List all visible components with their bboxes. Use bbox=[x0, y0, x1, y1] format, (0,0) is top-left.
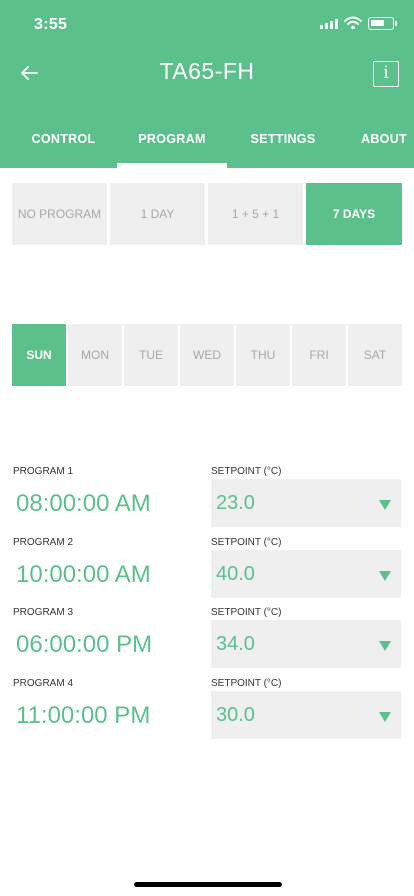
triangle-down-icon bbox=[379, 712, 391, 722]
tab-settings[interactable]: SETTINGS bbox=[227, 110, 339, 168]
day-mon[interactable]: MON bbox=[68, 324, 122, 386]
nav-bar: TA65-FH i bbox=[0, 52, 414, 96]
setpoint-label: SETPOINT (°C) bbox=[211, 466, 282, 477]
setpoint-dropdown[interactable]: 30.0 bbox=[211, 691, 401, 739]
info-button[interactable]: i bbox=[373, 61, 399, 87]
page-title: TA65-FH bbox=[159, 58, 255, 84]
program-time[interactable]: 08:00:00 AM bbox=[16, 490, 151, 518]
tab-about[interactable]: ABOUT bbox=[339, 110, 414, 168]
mode-1-5-1[interactable]: 1 + 5 + 1 bbox=[208, 183, 303, 245]
day-selector: SUN MON TUE WED THU FRI SAT bbox=[12, 324, 402, 386]
app-header: 3:55 TA65-FH i CONTROL PROGRAM SETTINGS … bbox=[0, 0, 414, 168]
program-row: PROGRAM 2 10:00:00 AM SETPOINT (°C) 40.0 bbox=[0, 531, 414, 603]
active-tab-indicator bbox=[117, 163, 227, 168]
program-label: PROGRAM 3 bbox=[13, 607, 74, 618]
battery-icon bbox=[368, 16, 397, 30]
day-tue[interactable]: TUE bbox=[124, 324, 178, 386]
home-indicator[interactable] bbox=[134, 882, 282, 887]
setpoint-label: SETPOINT (°C) bbox=[211, 537, 282, 548]
status-bar: 3:55 bbox=[0, 0, 414, 48]
triangle-down-icon bbox=[379, 500, 391, 510]
setpoint-value: 34.0 bbox=[216, 633, 255, 655]
program-time[interactable]: 10:00:00 AM bbox=[16, 561, 151, 589]
mode-7-days[interactable]: 7 DAYS bbox=[306, 183, 402, 245]
info-icon: i bbox=[383, 63, 389, 83]
program-mode-selector: NO PROGRAM 1 DAY 1 + 5 + 1 7 DAYS bbox=[12, 183, 402, 245]
tab-bar: CONTROL PROGRAM SETTINGS ABOUT bbox=[0, 110, 414, 168]
triangle-down-icon bbox=[379, 571, 391, 581]
mode-1-day[interactable]: 1 DAY bbox=[110, 183, 205, 245]
setpoint-dropdown[interactable]: 34.0 bbox=[211, 620, 401, 668]
setpoint-dropdown[interactable]: 40.0 bbox=[211, 550, 401, 598]
program-label: PROGRAM 2 bbox=[13, 537, 74, 548]
setpoint-value: 30.0 bbox=[216, 704, 255, 726]
status-icons bbox=[320, 16, 397, 30]
day-fri[interactable]: FRI bbox=[292, 324, 346, 386]
program-time[interactable]: 06:00:00 PM bbox=[16, 631, 152, 659]
setpoint-label: SETPOINT (°C) bbox=[211, 678, 282, 689]
cellular-signal-icon bbox=[320, 17, 338, 29]
program-row: PROGRAM 1 08:00:00 AM SETPOINT (°C) 23.0 bbox=[0, 460, 414, 532]
day-thu[interactable]: THU bbox=[236, 324, 290, 386]
program-time[interactable]: 11:00:00 PM bbox=[16, 702, 150, 730]
app-screen: 3:55 TA65-FH i CONTROL PROGRAM SETTINGS … bbox=[0, 0, 414, 896]
setpoint-value: 23.0 bbox=[216, 492, 255, 514]
setpoint-value: 40.0 bbox=[216, 563, 255, 585]
setpoint-dropdown[interactable]: 23.0 bbox=[211, 479, 401, 527]
mode-no-program[interactable]: NO PROGRAM bbox=[12, 183, 107, 245]
day-sun[interactable]: SUN bbox=[12, 324, 66, 386]
tab-program[interactable]: PROGRAM bbox=[117, 110, 227, 168]
day-wed[interactable]: WED bbox=[180, 324, 234, 386]
setpoint-label: SETPOINT (°C) bbox=[211, 607, 282, 618]
program-label: PROGRAM 1 bbox=[13, 466, 74, 477]
program-label: PROGRAM 4 bbox=[13, 678, 74, 689]
program-row: PROGRAM 3 06:00:00 PM SETPOINT (°C) 34.0 bbox=[0, 601, 414, 673]
program-row: PROGRAM 4 11:00:00 PM SETPOINT (°C) 30.0 bbox=[0, 672, 414, 744]
day-sat[interactable]: SAT bbox=[348, 324, 402, 386]
triangle-down-icon bbox=[379, 641, 391, 651]
status-time: 3:55 bbox=[34, 16, 68, 33]
wifi-icon bbox=[344, 16, 362, 30]
tab-control[interactable]: CONTROL bbox=[0, 110, 127, 168]
